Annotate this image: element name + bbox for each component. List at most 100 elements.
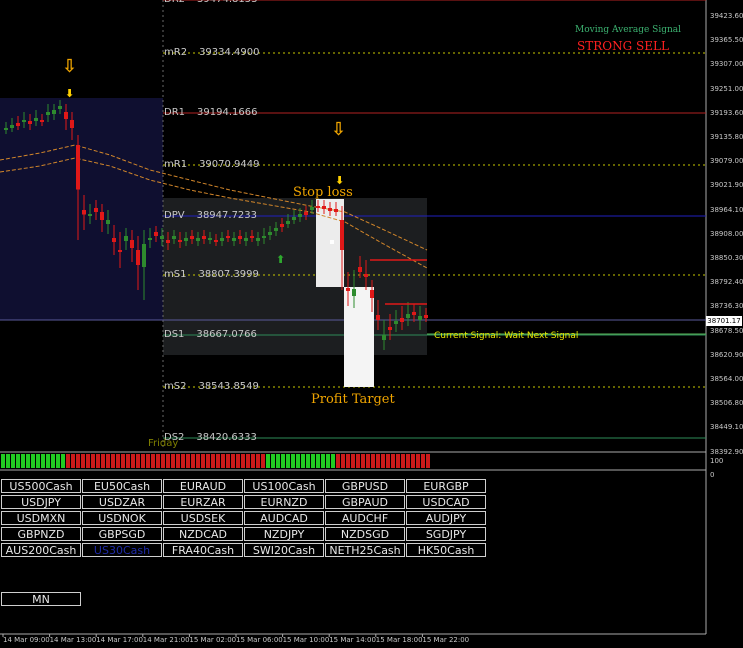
symbol-button-audjpy[interactable]: AUDJPY: [406, 511, 486, 525]
price-axis-label: 38678.50: [710, 326, 743, 335]
signal-bar-segment: [146, 454, 150, 468]
symbol-button-nzdjpy[interactable]: NZDJPY: [244, 527, 324, 541]
signal-bar-segment: [46, 454, 50, 468]
price-axis-label: 38908.00: [710, 229, 743, 238]
signal-bar-segment: [21, 454, 25, 468]
symbol-button-gbpusd[interactable]: GBPUSD: [325, 479, 405, 493]
candle-body: [310, 207, 314, 210]
symbol-button-sgdjpy[interactable]: SGDJPY: [406, 527, 486, 541]
candle-body: [82, 210, 86, 215]
pivot-name: mR2: [164, 47, 188, 58]
symbol-button-aus200cash[interactable]: AUS200Cash: [1, 543, 81, 557]
candle-body: [124, 236, 128, 241]
signal-bar-segment: [331, 454, 335, 468]
price-axis-label: 38449.10: [710, 423, 743, 432]
signal-bar-segment: [186, 454, 190, 468]
symbol-button-fra40cash[interactable]: FRA40Cash: [163, 543, 243, 557]
signal-bar-segment: [301, 454, 305, 468]
signal-bar-segment: [386, 454, 390, 468]
signal-bar-segment: [91, 454, 95, 468]
symbol-button-gbpaud[interactable]: GBPAUD: [325, 495, 405, 509]
ma-signal-title: Moving Average Signal: [575, 25, 682, 35]
price-axis-label: 39365.50: [710, 36, 743, 45]
symbol-button-usdzar[interactable]: USDZAR: [82, 495, 162, 509]
indicator-axis-bottom: 0: [710, 471, 715, 479]
signal-bar-segment: [236, 454, 240, 468]
signal-bar-segment: [276, 454, 280, 468]
price-axis-label: 38620.90: [710, 350, 743, 359]
price-axis-label: 39307.00: [710, 60, 743, 69]
trading-chart-window: Moving Average Signal STRONG SELL DR2 394…: [0, 0, 743, 648]
green-up-arrow-icon: ⬆: [276, 253, 286, 266]
candle-body: [238, 236, 242, 239]
signal-bar-segment: [311, 454, 315, 468]
symbol-button-audchf[interactable]: AUDCHF: [325, 511, 405, 525]
symbol-button-eurnzd[interactable]: EURNZD: [244, 495, 324, 509]
signal-bar-segment: [56, 454, 60, 468]
signal-bar-segment: [171, 454, 175, 468]
signal-bar-segment: [346, 454, 350, 468]
symbol-button-eu50cash[interactable]: EU50Cash: [82, 479, 162, 493]
candle-body: [16, 123, 20, 126]
symbol-button-usdnok[interactable]: USDNOK: [82, 511, 162, 525]
signal-bar-segment: [136, 454, 140, 468]
current-signal-label: Current Signal: Wait Next Signal: [434, 331, 579, 341]
candle-body: [256, 238, 260, 241]
price-axis-label: 39251.00: [710, 84, 743, 93]
candle-body: [358, 267, 362, 272]
signal-bar-segment: [211, 454, 215, 468]
candle-body: [304, 212, 308, 215]
signal-bar-segment: [66, 454, 70, 468]
signal-bar-segment: [316, 454, 320, 468]
signal-bar-segment: [106, 454, 110, 468]
signal-bar-segment: [381, 454, 385, 468]
candle-body: [52, 110, 56, 114]
signal-bar-segment: [376, 454, 380, 468]
symbol-button-gbpsgd[interactable]: GBPSGD: [82, 527, 162, 541]
symbol-button-audcad[interactable]: AUDCAD: [244, 511, 324, 525]
candle-body: [10, 125, 14, 128]
signal-bar-segment: [26, 454, 30, 468]
candle-body: [28, 121, 32, 124]
symbol-button-usdsek[interactable]: USDSEK: [163, 511, 243, 525]
candle-body: [250, 236, 254, 238]
signal-bar-segment: [246, 454, 250, 468]
down-arrow-icon: ⬇: [65, 87, 75, 100]
symbol-button-swi20cash[interactable]: SWI20Cash: [244, 543, 324, 557]
candle-body: [40, 120, 44, 122]
candle-body: [142, 244, 146, 267]
candle-body: [64, 112, 68, 119]
candle-body: [406, 314, 410, 318]
symbol-button-us30cash[interactable]: US30Cash: [82, 543, 162, 557]
pivot-name: DR2: [164, 0, 185, 5]
symbol-button-neth25cash[interactable]: NETH25Cash: [325, 543, 405, 557]
candle-body: [418, 316, 422, 320]
symbol-button-hk50cash[interactable]: HK50Cash: [406, 543, 486, 557]
candle-body: [424, 315, 428, 318]
symbol-button-eurzar[interactable]: EURZAR: [163, 495, 243, 509]
candle-body: [172, 236, 176, 239]
signal-bar-segment: [141, 454, 145, 468]
symbol-button-nzdcad[interactable]: NZDCAD: [163, 527, 243, 541]
symbol-button-gbpnzd[interactable]: GBPNZD: [1, 527, 81, 541]
symbol-button-usdjpy[interactable]: USDJPY: [1, 495, 81, 509]
signal-bar-segment: [351, 454, 355, 468]
symbol-button-us500cash[interactable]: US500Cash: [1, 479, 81, 493]
symbol-button-usdcad[interactable]: USDCAD: [406, 495, 486, 509]
pivot-value: 39334.4900: [199, 47, 260, 58]
symbol-button-eurgbp[interactable]: EURGBP: [406, 479, 486, 493]
indicator-axis-top: 100: [710, 457, 724, 465]
symbol-button-us100cash[interactable]: US100Cash: [244, 479, 324, 493]
signal-bar-segment: [101, 454, 105, 468]
symbol-button-nzdsgd[interactable]: NZDSGD: [325, 527, 405, 541]
time-axis-label: 14 Mar 17:00: [96, 636, 143, 644]
symbol-button-euraud[interactable]: EURAUD: [163, 479, 243, 493]
candle-body: [382, 335, 386, 340]
candle-body: [370, 290, 374, 298]
candle-body: [136, 250, 140, 265]
symbol-button-usdmxn[interactable]: USDMXN: [1, 511, 81, 525]
timeframe-button-mn[interactable]: MN: [1, 592, 81, 606]
time-axis-label: 15 Mar 10:00: [282, 636, 330, 644]
candle-body: [100, 212, 104, 220]
pivot-value: 38543.8549: [198, 381, 259, 392]
